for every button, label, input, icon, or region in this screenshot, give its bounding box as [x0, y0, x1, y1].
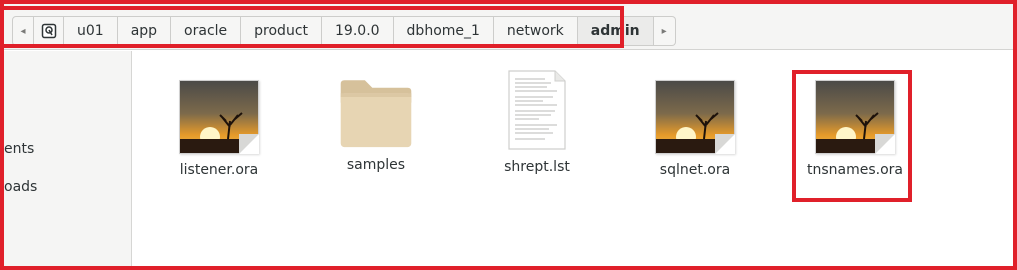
file-label: samples	[346, 157, 406, 173]
sidebar-item-downloads[interactable]: oads	[4, 179, 37, 195]
file-label: shrept.lst	[504, 159, 570, 175]
file-item-listener[interactable]: listener.ora	[159, 80, 279, 178]
file-item-sqlnet[interactable]: sqlnet.ora	[635, 80, 755, 178]
file-item-shrept[interactable]: shrept.lst	[477, 69, 597, 175]
sidebar: ents oads	[4, 51, 132, 266]
image-thumbnail-icon	[179, 80, 259, 154]
file-label: sqlnet.ora	[659, 162, 731, 178]
annotation-pathbar-frame	[0, 6, 624, 48]
annotation-selected-frame	[792, 70, 912, 202]
chevron-right-icon: ▸	[661, 25, 667, 37]
folder-icon	[340, 80, 412, 148]
folder-item-samples[interactable]: samples	[316, 71, 436, 173]
image-thumbnail-icon	[655, 80, 735, 154]
text-document-icon	[508, 70, 566, 150]
sidebar-item-documents[interactable]: ents	[4, 141, 34, 157]
file-label: listener.ora	[179, 162, 259, 178]
pathbar-forward-button[interactable]: ▸	[653, 16, 676, 46]
